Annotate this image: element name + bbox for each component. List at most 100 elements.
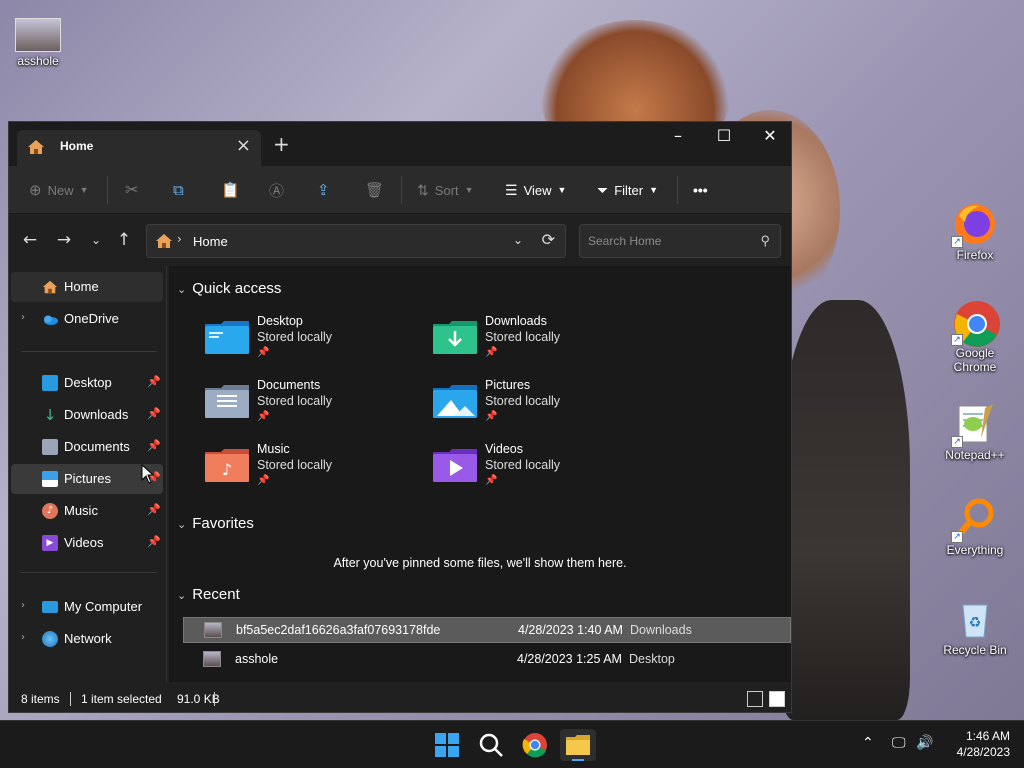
item-count: 8 items	[21, 692, 60, 706]
section-title: Quick access	[192, 280, 282, 297]
search-icon	[479, 733, 503, 757]
nav-item-downloads[interactable]: ↓ Downloads 📌	[11, 400, 163, 430]
nav-item-music[interactable]: ♪ Music 📌	[11, 496, 163, 526]
more-icon: •••	[693, 182, 708, 198]
desktop-icon-chrome[interactable]: ↗ Google Chrome	[939, 300, 1011, 374]
folder-status: Stored locally	[257, 458, 333, 472]
show-hidden-icons-chevron-icon[interactable]: ⌃	[862, 735, 874, 751]
desktop-icon-recycle-bin[interactable]: ♻ Recycle Bin	[939, 597, 1011, 657]
home-icon	[156, 234, 172, 248]
file-date: 4/28/2023 1:40 AM	[518, 623, 623, 637]
downloads-folder-icon	[433, 321, 477, 354]
pin-icon: 📌	[485, 411, 498, 422]
tab-home[interactable]: Home ×	[17, 130, 261, 166]
desktop-icon-label: Recycle Bin	[943, 643, 1007, 657]
view-button[interactable]: ☰ View ▼	[505, 178, 566, 202]
nav-item-network[interactable]: › Network	[11, 624, 163, 654]
share-button[interactable]: ⇪	[317, 178, 330, 202]
everything-search-icon: ↗	[951, 497, 997, 543]
refresh-icon[interactable]: ⟳	[542, 230, 555, 249]
collapse-chevron-icon: ⌄	[177, 519, 187, 531]
back-button[interactable]: ←	[19, 230, 41, 252]
close-tab-icon[interactable]: ×	[236, 135, 251, 156]
paste-button[interactable]: 📋	[221, 178, 240, 202]
breadcrumb-home[interactable]: Home	[193, 234, 228, 249]
desktop-icon-firefox[interactable]: ↗ Firefox	[939, 202, 1011, 262]
search-icon[interactable]: ⚲	[760, 233, 770, 249]
copy-button[interactable]: ⧉	[173, 178, 184, 202]
address-dropdown-icon[interactable]: ⌄	[513, 233, 523, 247]
minimize-button[interactable]: –	[655, 122, 701, 152]
new-tab-button[interactable]: +	[273, 132, 290, 156]
recent-file-row[interactable]: bf5a5ec2daf16626a3faf07693178fde 4/28/20…	[183, 617, 791, 643]
nav-item-documents[interactable]: Documents 📌	[11, 432, 163, 462]
more-options-button[interactable]: •••	[693, 178, 708, 202]
start-button[interactable]	[431, 729, 463, 761]
tiles-view-icon[interactable]	[769, 691, 785, 707]
desktop-icon-asshole[interactable]: asshole	[2, 18, 74, 68]
quick-access-header[interactable]: ⌄ Quick access	[177, 280, 281, 297]
sort-icon: ⇅	[417, 181, 429, 198]
document-icon	[42, 439, 58, 455]
taskbar-clock[interactable]: 1:46 AM 4/28/2023	[957, 728, 1010, 760]
nav-item-desktop[interactable]: Desktop 📌	[11, 368, 163, 398]
pin-icon[interactable]: 📌	[147, 535, 161, 548]
nav-item-onedrive[interactable]: › OneDrive	[11, 304, 163, 334]
nav-item-my-computer[interactable]: › My Computer	[11, 592, 163, 622]
volume-icon[interactable]: 🔊	[916, 735, 933, 751]
pictures-icon	[42, 471, 58, 487]
up-button[interactable]: ↑	[113, 230, 135, 252]
taskbar-chrome-button[interactable]	[519, 729, 551, 761]
details-view-icon[interactable]	[747, 691, 763, 707]
delete-button[interactable]: 🗑	[365, 178, 384, 202]
recent-file-row[interactable]: asshole 4/28/2023 1:25 AM Desktop	[183, 647, 791, 673]
pin-icon[interactable]: 📌	[147, 439, 161, 452]
expand-chevron-icon[interactable]: ›	[21, 632, 25, 643]
desktop-folder-icon	[42, 375, 58, 391]
search-box[interactable]: ⚲	[579, 224, 781, 258]
chevron-down-icon: ▼	[557, 185, 567, 195]
videos-folder-icon	[433, 449, 477, 482]
desktop-icon-notepadpp[interactable]: ↗ Notepad++	[939, 402, 1011, 462]
address-bar[interactable]: › Home ⌄ ⟳	[146, 224, 566, 258]
forward-button[interactable]: →	[53, 230, 75, 252]
desktop-icon-label: Firefox	[956, 248, 994, 262]
pin-icon[interactable]: 📌	[147, 407, 161, 420]
cut-button[interactable]: ✂	[125, 178, 138, 202]
quick-access-music[interactable]: ♪ Music Stored locally 📌	[205, 442, 415, 498]
filter-button[interactable]: ⏷ Filter ▼	[597, 178, 658, 202]
expand-chevron-icon[interactable]: ›	[21, 600, 25, 611]
recent-header[interactable]: ⌄ Recent	[177, 586, 240, 603]
quick-access-videos[interactable]: Videos Stored locally 📌	[433, 442, 643, 498]
file-location: Downloads	[630, 623, 692, 637]
taskbar-file-explorer-button[interactable]	[560, 729, 596, 761]
pin-icon[interactable]: 📌	[147, 503, 161, 516]
pin-icon[interactable]: 📌	[147, 375, 161, 388]
toolbar-divider	[677, 176, 678, 204]
search-input[interactable]	[580, 225, 750, 257]
folder-name: Music	[257, 442, 290, 456]
maximize-button[interactable]: ☐	[701, 122, 747, 152]
close-window-button[interactable]: ✕	[747, 122, 793, 152]
filter-funnel-icon: ⏷	[597, 181, 609, 198]
nav-item-home[interactable]: Home	[11, 272, 163, 302]
nav-item-videos[interactable]: ▶ Videos 📌	[11, 528, 163, 558]
collapse-chevron-icon: ⌄	[177, 284, 187, 296]
quick-access-desktop[interactable]: Desktop Stored locally 📌	[205, 314, 415, 370]
expand-chevron-icon[interactable]: ›	[21, 312, 25, 323]
recent-locations-chevron-icon[interactable]: ⌄	[85, 230, 107, 252]
new-button[interactable]: ⊕ New ▼	[29, 178, 89, 202]
quick-access-pictures[interactable]: Pictures Stored locally 📌	[433, 378, 643, 434]
quick-access-downloads[interactable]: Downloads Stored locally 📌	[433, 314, 643, 370]
taskbar-search-button[interactable]	[475, 729, 507, 761]
quick-access-documents[interactable]: Documents Stored locally 📌	[205, 378, 415, 434]
network-icon[interactable]: 🖵	[892, 735, 906, 751]
rename-button[interactable]: Ⓐ	[269, 178, 284, 202]
command-bar: ⊕ New ▼ ✂ ⧉ 📋 Ⓐ ⇪ 🗑 ⇅ Sort ▼ ☰ View ▼ ⏷ …	[9, 166, 791, 214]
nav-label: Documents	[64, 439, 130, 454]
favorites-header[interactable]: ⌄ Favorites	[177, 515, 254, 532]
sort-button[interactable]: ⇅ Sort ▼	[417, 178, 474, 202]
desktop-icon-everything[interactable]: ↗ Everything	[939, 497, 1011, 557]
chevron-down-icon: ▼	[79, 185, 89, 195]
svg-text:♪: ♪	[222, 460, 232, 479]
